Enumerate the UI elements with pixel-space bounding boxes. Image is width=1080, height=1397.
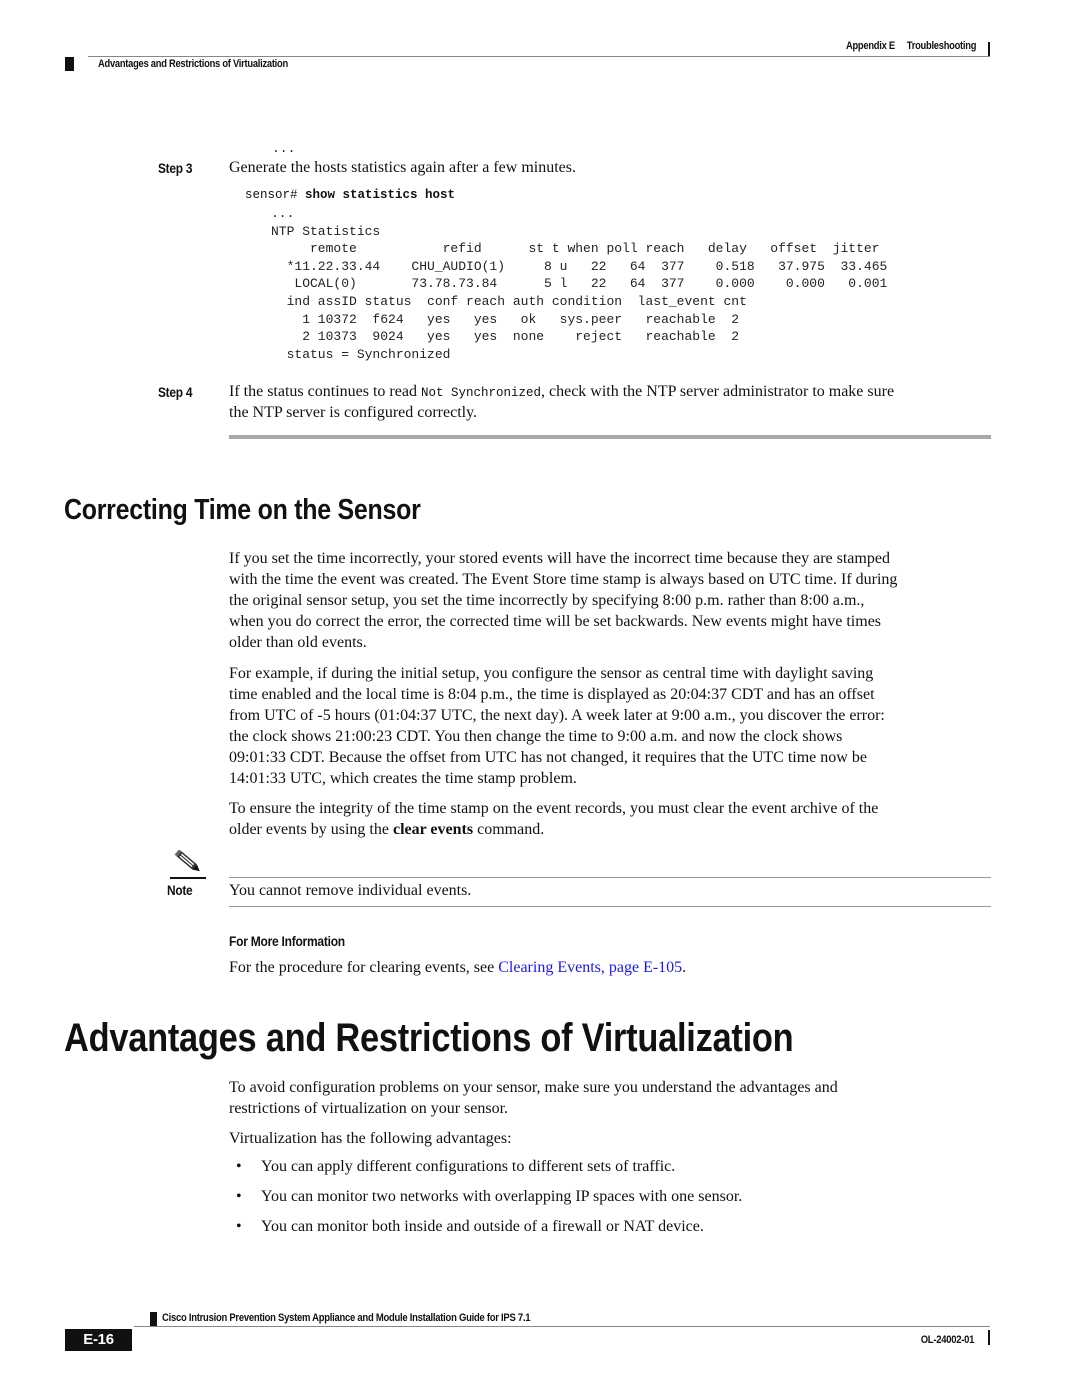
command-text: show statistics host: [305, 188, 456, 202]
note-text: You cannot remove individual events.: [229, 882, 472, 899]
advantages-intro: Virtualization has the following advanta…: [229, 1130, 512, 1147]
command-line: sensor# show statistics host: [245, 188, 455, 202]
document-number: OL-24002-01: [920, 1334, 975, 1346]
chapter-label: Troubleshooting: [906, 40, 977, 52]
paragraph-correcting-1: If you set the time incorrectly, your st…: [229, 550, 898, 651]
running-header-right: Appendix E Troubleshooting: [846, 40, 976, 52]
clear-events-command: clear events: [392, 821, 474, 838]
clearing-events-link[interactable]: Clearing Events, page E-105: [498, 959, 682, 976]
paragraph-correcting-3: To ensure the integrity of the time stam…: [229, 800, 879, 838]
header-block-marker: [65, 57, 74, 71]
section-heading-virtualization: Advantages and Restrictions of Virtualiz…: [64, 1016, 794, 1060]
virtualization-intro: To avoid configuration problems on your …: [229, 1079, 838, 1117]
note-label: Note: [167, 882, 193, 898]
running-header-section: Advantages and Restrictions of Virtualiz…: [98, 58, 288, 70]
step-3-label: Step 3: [158, 160, 193, 176]
note-top-rule: [229, 877, 991, 878]
appendix-label: Appendix E: [845, 40, 895, 52]
list-item: You can apply different configurations t…: [261, 1158, 676, 1175]
bullet-glyph: •: [236, 1158, 242, 1175]
ellipsis-top: ...: [272, 141, 296, 156]
step-3-text: Generate the hosts statistics again afte…: [229, 159, 576, 176]
step-4-text: If the status continues to read Not Sync…: [229, 383, 895, 400]
page-number-badge: E-16: [65, 1329, 132, 1351]
section-heading-correcting-time: Correcting Time on the Sensor: [64, 494, 421, 526]
command-prompt: sensor#: [245, 188, 306, 202]
for-more-information-heading: For More Information: [229, 933, 345, 949]
pencil-icon: [170, 850, 206, 879]
list-item: You can monitor both inside and outside …: [261, 1218, 704, 1235]
steps-end-rule: [229, 435, 991, 439]
ntp-statistics-output: ... NTP Statistics remote refid st t whe…: [271, 206, 888, 362]
footer-rule: [134, 1326, 990, 1327]
footer-book-title: Cisco Intrusion Prevention System Applia…: [162, 1312, 531, 1324]
footer-bar-marker: [988, 1330, 990, 1345]
note-bottom-rule: [229, 906, 991, 907]
bullet-glyph: •: [236, 1218, 242, 1235]
list-item: You can monitor two networks with overla…: [261, 1188, 743, 1205]
bullet-glyph: •: [236, 1188, 242, 1205]
more-info-text: For the procedure for clearing events, s…: [229, 959, 687, 976]
paragraph-correcting-2: For example, if during the initial setup…: [229, 665, 885, 787]
footer-block-marker: [150, 1312, 157, 1326]
inline-code-not-synchronized: Not Synchronized: [420, 386, 541, 400]
step-4-text-line2: the NTP server is configured correctly.: [229, 404, 478, 421]
header-rule: [88, 56, 990, 57]
step-4-label: Step 4: [158, 384, 193, 400]
header-bar-marker: [988, 42, 990, 57]
